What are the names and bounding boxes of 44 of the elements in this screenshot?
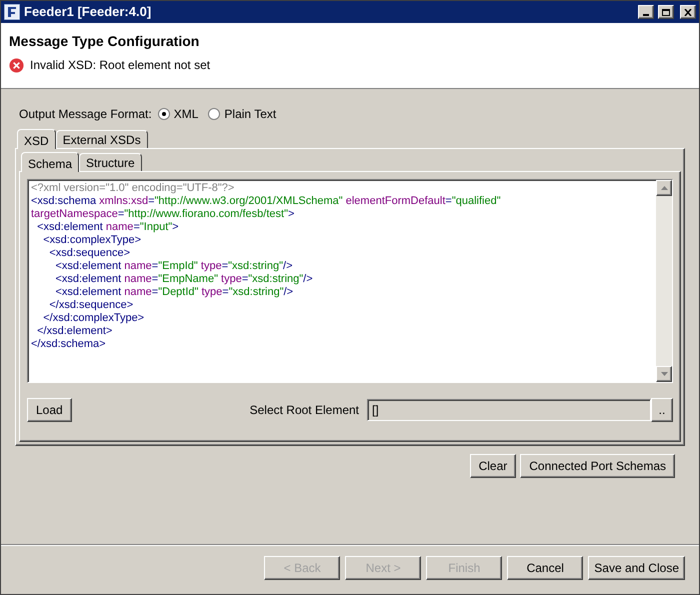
footer-button[interactable]: Save and Close <box>588 556 685 580</box>
code-line: <xsd:element name="DeptId" type="xsd:string"/> <box>54 286 294 299</box>
code-line: <?xml version="1.0" encoding="UTF-8"?> <box>31 182 234 195</box>
code-line: </xsd:sequence> <box>48 299 134 312</box>
code-line: </xsd:complexType> <box>42 312 144 325</box>
code-line: <xsd:complexType> <box>42 234 142 247</box>
browse-button[interactable]: .. <box>651 398 673 422</box>
footer-button[interactable]: Cancel <box>507 556 584 580</box>
root-element-field[interactable]: [] <box>367 399 651 421</box>
tab[interactable]: Structure <box>79 153 142 171</box>
error-icon <box>9 58 24 72</box>
code-line: <xsd:element name="EmpId" type="xsd:string"/> <box>54 260 292 273</box>
code-line: </xsd:element> <box>36 325 112 338</box>
code-line: </xsd:schema> <box>31 338 106 351</box>
error-message: Invalid XSD: Root element not set <box>30 57 210 74</box>
root-element-label: Select Root Element <box>250 402 359 419</box>
action-button[interactable]: Connected Port Schemas <box>520 454 675 478</box>
tab[interactable]: Schema <box>21 152 80 172</box>
code-line: <xsd:element name="EmpName" type="xsd:string"/> <box>54 273 313 286</box>
app-logo-icon <box>4 4 20 20</box>
minimize-button[interactable] <box>638 5 654 19</box>
radio-label: XML <box>174 106 198 123</box>
code-line: targetNamespace="http://www.fiorano.com/fesb/test"> <box>31 208 294 221</box>
tab[interactable]: XSD <box>17 129 56 149</box>
code-line: <xsd:element name="Input"> <box>36 221 179 234</box>
code-line: <xsd:schema xmlns:xsd="http://www.w3.org/2001/XMLSchema" elementFormDefault="qualified" <box>31 195 501 208</box>
code-line: <xsd:sequence> <box>48 247 130 260</box>
page-title: Message Type Configuration <box>9 32 200 51</box>
window-title: Feeder1 [Feeder:4.0] <box>24 3 152 22</box>
close-icon <box>684 8 692 16</box>
format-label: Output Message Format: <box>19 106 152 123</box>
radio-label: Plain Text <box>224 106 276 123</box>
tab[interactable]: External XSDs <box>56 130 148 148</box>
maximize-icon <box>662 8 670 16</box>
action-button[interactable]: Clear <box>470 454 516 478</box>
radio-button[interactable] <box>158 108 170 120</box>
load-button[interactable]: Load <box>27 398 72 422</box>
scrollbar[interactable] <box>656 180 672 382</box>
radio-button[interactable] <box>208 108 220 120</box>
maximize-button[interactable] <box>658 5 674 19</box>
close-button[interactable] <box>680 5 696 19</box>
xml-editor[interactable] <box>27 179 673 383</box>
down-arrow-icon <box>660 372 668 376</box>
up-arrow-icon <box>660 186 668 190</box>
